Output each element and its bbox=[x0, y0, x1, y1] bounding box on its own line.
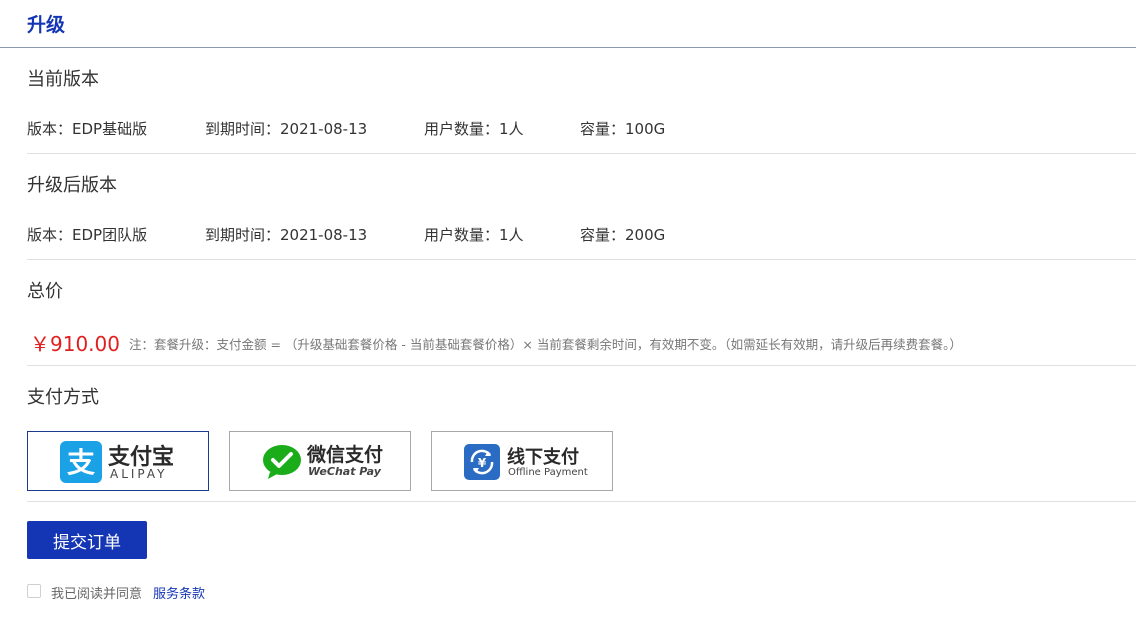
payment-option-wechat[interactable]: 微信支付 WeChat Pay bbox=[229, 431, 411, 491]
divider bbox=[27, 365, 1136, 366]
alipay-sublabel: ALIPAY bbox=[110, 467, 168, 481]
current-capacity: 容量：100G bbox=[580, 120, 666, 138]
upgraded-version-info: 版本：EDP团队版 到期时间：2021-08-13 用户数量：1人 容量：200… bbox=[27, 224, 1127, 246]
svg-text:支: 支 bbox=[67, 446, 95, 479]
offline-payment-icon: ¥ bbox=[464, 444, 500, 480]
svg-text:¥: ¥ bbox=[478, 456, 487, 470]
current-version-title: 当前版本 bbox=[27, 69, 99, 90]
page-header: 升级 bbox=[0, 0, 1136, 48]
wechat-pay-label: 微信支付 bbox=[307, 444, 384, 466]
upgraded-capacity: 容量：200G bbox=[580, 226, 666, 244]
divider bbox=[27, 259, 1136, 260]
upgrade-page: 升级 当前版本 版本：EDP基础版 到期时间：2021-08-13 用户数量：1… bbox=[0, 0, 1136, 635]
terms-of-service-link[interactable]: 服务条款 bbox=[153, 583, 205, 602]
divider bbox=[27, 501, 1136, 502]
divider bbox=[27, 153, 1136, 154]
current-version-info: 版本：EDP基础版 到期时间：2021-08-13 用户数量：1人 容量：100… bbox=[27, 118, 1127, 140]
payment-option-offline[interactable]: ¥ 线下支付 Offline Payment bbox=[431, 431, 613, 491]
agreement-checkbox[interactable] bbox=[27, 584, 41, 598]
payment-option-alipay[interactable]: 支 支付宝 ALIPAY bbox=[27, 431, 209, 491]
price-note: 注：套餐升级：支付金额 = （升级基础套餐价格 - 当前基础套餐价格）× 当前套… bbox=[129, 337, 962, 352]
current-expiry-date: 到期时间：2021-08-13 bbox=[205, 120, 368, 138]
upgraded-expiry-date: 到期时间：2021-08-13 bbox=[205, 226, 368, 244]
current-version-name: 版本：EDP基础版 bbox=[27, 120, 148, 138]
upgraded-version-name: 版本：EDP团队版 bbox=[27, 226, 148, 244]
submit-order-button[interactable]: 提交订单 bbox=[27, 521, 147, 559]
total-price-value: ￥910.00 bbox=[30, 332, 120, 356]
wechat-pay-sublabel: WeChat Pay bbox=[308, 465, 381, 478]
offline-payment-sublabel: Offline Payment bbox=[508, 467, 588, 478]
upgraded-version-title: 升级后版本 bbox=[27, 175, 117, 196]
upgraded-user-count: 用户数量：1人 bbox=[424, 226, 524, 244]
current-user-count: 用户数量：1人 bbox=[424, 120, 524, 138]
offline-payment-label: 线下支付 bbox=[507, 447, 579, 468]
wechat-pay-icon bbox=[263, 445, 301, 479]
total-price-title: 总价 bbox=[27, 281, 63, 302]
alipay-icon: 支 bbox=[60, 441, 102, 483]
payment-method-title: 支付方式 bbox=[27, 387, 99, 408]
page-title: 升级 bbox=[27, 14, 66, 36]
agreement-text: 我已阅读并同意 bbox=[51, 587, 143, 602]
